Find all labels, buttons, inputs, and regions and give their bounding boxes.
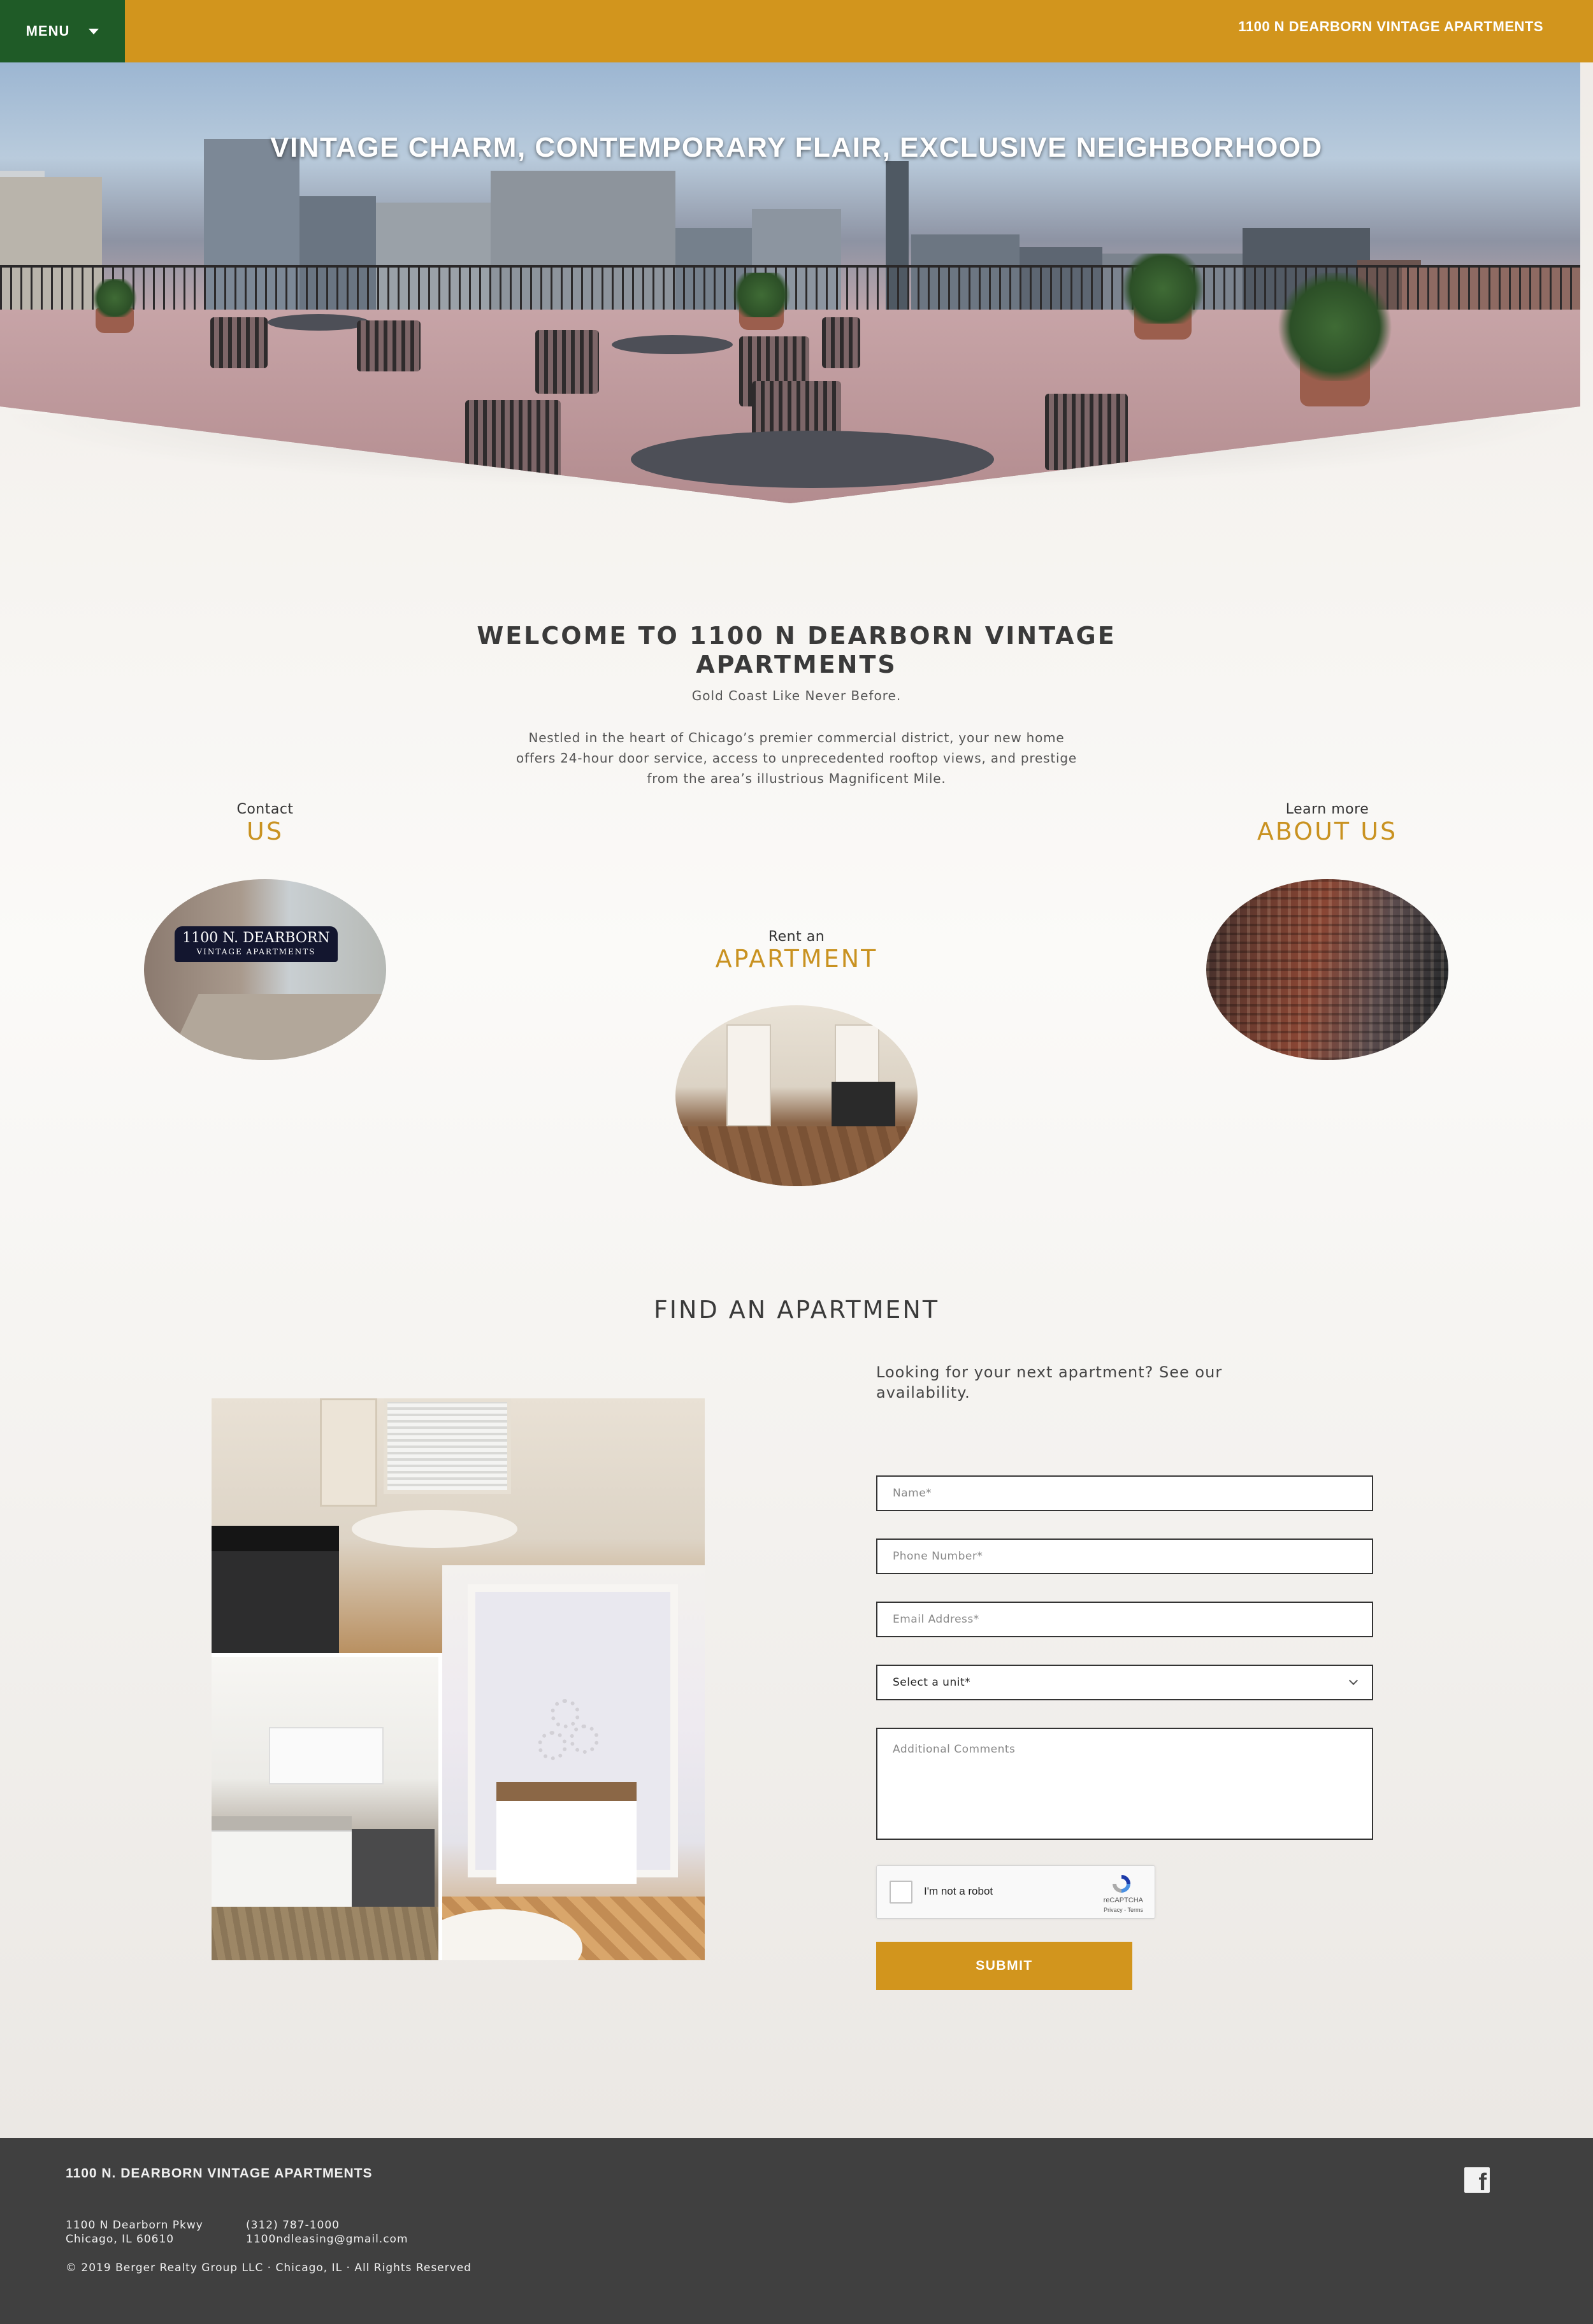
unit-select-value: Select a unit*	[893, 1676, 971, 1689]
footer-address: 1100 N Dearborn Pkwy Chicago, IL 60610	[66, 2218, 203, 2246]
recaptcha-label: I'm not a robot	[924, 1885, 993, 1897]
recaptcha-widget: I'm not a robot reCAPTCHA Privacy - Term…	[876, 1865, 1155, 1919]
tagline: Gold Coast Like Never Before.	[691, 688, 902, 703]
top-bar: MENU 1100 N DEARBORN VINTAGE APARTMENTS	[0, 0, 1593, 62]
recaptcha-logo-icon	[1113, 1875, 1130, 1893]
intro-paragraph: Nestled in the heart of Chicago’s premie…	[516, 730, 1077, 786]
site-title-link[interactable]: 1100 N DEARBORN VINTAGE APARTMENTS	[1238, 18, 1543, 35]
welcome-title: WELCOME TO 1100 N DEARBORN VINTAGE APART…	[446, 622, 1147, 679]
submit-button[interactable]: SUBMIT	[876, 1942, 1132, 1990]
recaptcha-terms[interactable]: Privacy - Terms	[1104, 1907, 1143, 1913]
rent-apartment-link[interactable]: Rent an APARTMENT	[675, 929, 918, 973]
recaptcha-checkbox[interactable]	[890, 1881, 912, 1904]
about-us-image[interactable]	[1206, 879, 1448, 1060]
footer: 1100 N. DEARBORN VINTAGE APARTMENTS f 11…	[0, 2138, 1593, 2324]
footer-contact: (312) 787-1000 1100ndleasing@gmail.com	[246, 2218, 408, 2246]
about-small-label: Learn more	[1285, 801, 1369, 817]
unit-select[interactable]: Select a unit*	[876, 1665, 1373, 1700]
menu-label: MENU	[25, 23, 70, 39]
facebook-icon[interactable]: f	[1464, 2167, 1490, 2195]
footer-title: 1100 N. DEARBORN VINTAGE APARTMENTS	[66, 2166, 373, 2181]
contact-big-label: US	[247, 817, 284, 845]
copyright: © 2019 Berger Realty Group LLC · Chicago…	[66, 2262, 472, 2274]
email-input[interactable]: Email Address*	[876, 1602, 1373, 1637]
about-us-link[interactable]: Learn more ABOUT US	[1206, 801, 1448, 845]
name-input[interactable]: Name*	[876, 1475, 1373, 1511]
apartment-big-label: APARTMENT	[715, 945, 878, 973]
phone-input[interactable]: Phone Number*	[876, 1539, 1373, 1574]
address-line2: Chicago, IL 60610	[66, 2233, 175, 2246]
find-lead-text: Looking for your next apartment? See our…	[876, 1363, 1223, 1402]
caret-down-icon	[89, 28, 99, 34]
comments-textarea[interactable]: Additional Comments	[876, 1728, 1373, 1840]
rent-apartment-image[interactable]	[675, 1005, 918, 1186]
contact-us-link[interactable]: Contact US	[144, 801, 386, 845]
sign-line1: 1100 N. DEARBORN	[182, 930, 330, 946]
recaptcha-brand: reCAPTCHA	[1103, 1897, 1143, 1904]
bedroom-photo	[442, 1565, 705, 1960]
welcome-title-line1: WELCOME TO 1100 N DEARBORN VINTAGE	[477, 621, 1116, 650]
address-line1: 1100 N Dearborn Pkwy	[66, 2219, 203, 2232]
hero-headline: VINTAGE CHARM, CONTEMPORARY FLAIR, EXCLU…	[270, 132, 1323, 164]
apartment-small-label: Rent an	[768, 929, 825, 945]
find-apartment-title: FIND AN APARTMENT	[653, 1296, 940, 1324]
sign-line2: VINTAGE APARTMENTS	[196, 947, 316, 956]
kitchen-photo	[212, 1657, 438, 1960]
contact-small-label: Contact	[236, 801, 294, 817]
about-big-label: ABOUT US	[1257, 817, 1398, 845]
contact-us-image[interactable]: 1100 N. DEARBORN VINTAGE APARTMENTS	[144, 879, 386, 1060]
footer-phone-link[interactable]: (312) 787-1000	[246, 2218, 408, 2232]
menu-button[interactable]: MENU	[0, 0, 125, 62]
footer-email-link[interactable]: 1100ndleasing@gmail.com	[246, 2232, 408, 2246]
welcome-title-line2: APARTMENTS	[696, 650, 897, 678]
chevron-down-icon	[1348, 1675, 1359, 1686]
apartment-photo-collage	[212, 1398, 705, 1960]
building-sign: 1100 N. DEARBORN VINTAGE APARTMENTS	[175, 926, 338, 962]
